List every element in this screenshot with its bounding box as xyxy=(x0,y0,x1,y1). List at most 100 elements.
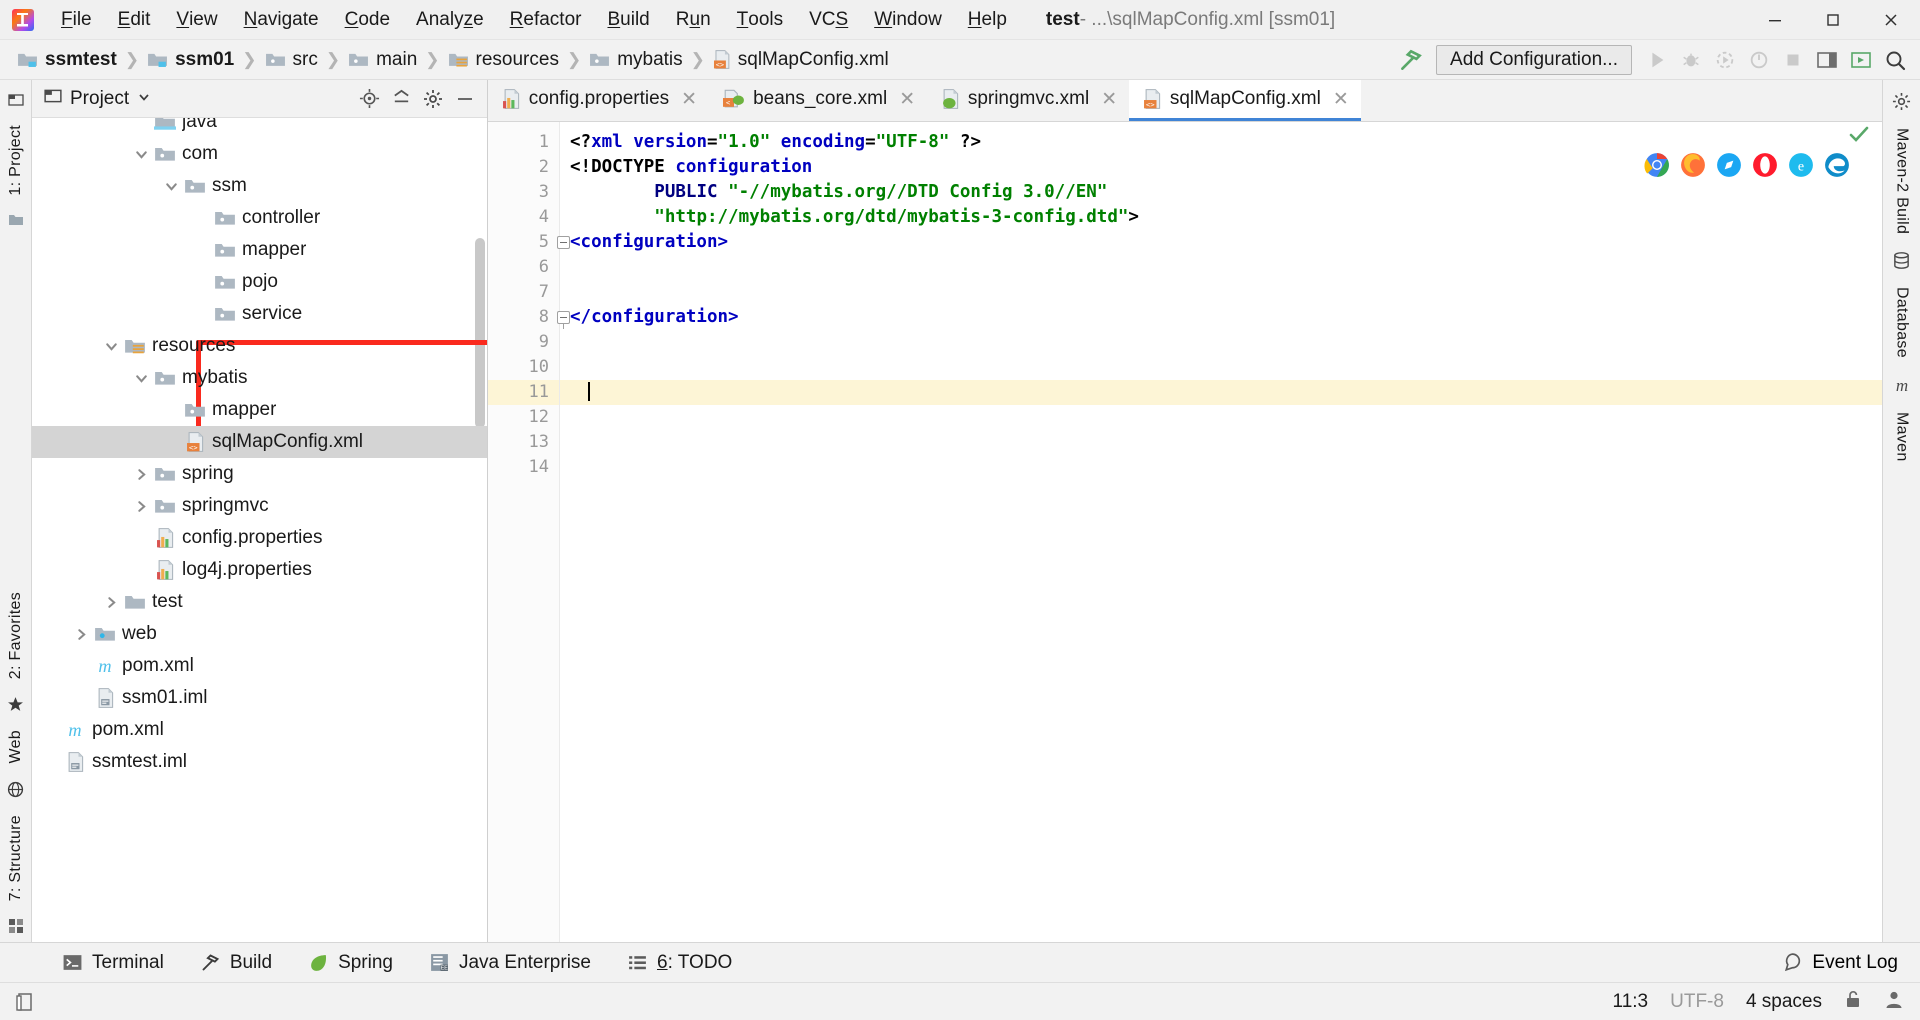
menu-file[interactable]: File xyxy=(48,0,105,39)
chrome-icon[interactable] xyxy=(1644,152,1670,178)
unlocked-icon[interactable] xyxy=(1844,989,1862,1015)
code-line[interactable] xyxy=(560,355,1882,380)
tree-node[interactable]: java xyxy=(32,118,487,138)
code-line[interactable] xyxy=(560,255,1882,280)
run-anything-icon[interactable] xyxy=(1844,45,1878,75)
tree-node[interactable]: web xyxy=(32,618,487,650)
locate-icon[interactable] xyxy=(355,86,383,112)
close-icon[interactable]: ✕ xyxy=(899,88,915,111)
tree-node[interactable]: com xyxy=(32,138,487,170)
tree-node[interactable]: m pom.xml xyxy=(32,714,487,746)
tree-node[interactable]: mapper xyxy=(32,234,487,266)
favorites-icon[interactable] xyxy=(7,688,24,721)
firefox-icon[interactable] xyxy=(1680,152,1706,178)
settings-gear-icon[interactable] xyxy=(419,86,447,112)
code-line[interactable] xyxy=(560,430,1882,455)
inspection-ok-icon[interactable] xyxy=(1848,124,1870,151)
chevron-down-icon[interactable] xyxy=(130,147,152,162)
breadcrumb-item-main[interactable]: main xyxy=(341,47,424,73)
line-number[interactable]: 1 xyxy=(488,130,559,155)
line-number[interactable]: 3 xyxy=(488,180,559,205)
close-icon[interactable]: ✕ xyxy=(1333,88,1349,111)
menu-refactor[interactable]: Refactor xyxy=(497,0,595,39)
bottom-tool-build[interactable]: Build xyxy=(182,952,290,974)
run-with-coverage-icon[interactable] xyxy=(1708,45,1742,75)
sidebar-item-database[interactable]: Database xyxy=(1889,278,1915,367)
editor-tab-sqlmapconfig-xml[interactable]: <> sqlMapConfig.xml ✕ xyxy=(1129,80,1361,121)
hammer-icon[interactable] xyxy=(1394,45,1428,75)
line-number[interactable]: 5 xyxy=(488,230,570,255)
event-log-button[interactable]: Event Log xyxy=(1782,952,1920,974)
sidebar-item-favorites[interactable]: 2: Favorites xyxy=(3,583,29,688)
tree-node[interactable]: resources xyxy=(32,330,487,362)
bottom-tool-terminal[interactable]: Terminal xyxy=(44,952,182,974)
run-icon[interactable] xyxy=(1640,45,1674,75)
folder-rail-icon[interactable] xyxy=(8,205,24,235)
breadcrumb-item-ssmtest[interactable]: ssmtest xyxy=(10,47,124,73)
sidebar-item-maven-build[interactable]: Maven-2 Build xyxy=(1889,119,1915,243)
chevron-right-icon[interactable] xyxy=(130,467,152,482)
tree-node[interactable]: ssm01.iml xyxy=(32,682,487,714)
database-icon[interactable] xyxy=(1892,243,1911,278)
code-line[interactable] xyxy=(560,380,1882,405)
breadcrumb-item-mybatis[interactable]: mybatis xyxy=(582,47,689,73)
menu-code[interactable]: Code xyxy=(332,0,403,39)
ie-icon[interactable]: e xyxy=(1788,152,1814,178)
add-configuration-button[interactable]: Add Configuration... xyxy=(1436,44,1632,75)
breadcrumb-item-resources[interactable]: resources xyxy=(441,47,566,73)
collapse-all-icon[interactable] xyxy=(387,86,415,112)
bottom-tool-spring[interactable]: Spring xyxy=(290,952,411,974)
line-number[interactable]: 9 xyxy=(488,330,559,355)
tree-node-selected[interactable]: <> sqlMapConfig.xml xyxy=(32,426,487,458)
breadcrumb-item-src[interactable]: src xyxy=(258,47,325,73)
breadcrumb-item-sqlmapconfig-xml[interactable]: <> sqlMapConfig.xml xyxy=(706,47,896,73)
indent-setting[interactable]: 4 spaces xyxy=(1746,991,1822,1013)
hide-icon[interactable] xyxy=(451,86,479,112)
toggle-sidebar-icon[interactable] xyxy=(16,991,36,1013)
chevron-right-icon[interactable] xyxy=(70,627,92,642)
tree-node[interactable]: springmvc xyxy=(32,490,487,522)
code-line[interactable]: PUBLIC "-//mybatis.org//DTD Config 3.0//… xyxy=(560,180,1882,205)
menu-navigate[interactable]: Navigate xyxy=(231,0,332,39)
code-line[interactable] xyxy=(560,455,1882,480)
code-line[interactable] xyxy=(560,330,1882,355)
profile-icon[interactable] xyxy=(1742,45,1776,75)
menu-vcs[interactable]: VC S xyxy=(796,0,861,39)
sidebar-item-maven[interactable]: Maven xyxy=(1889,403,1915,471)
maven-build-gear-icon[interactable] xyxy=(1892,84,1911,119)
menu-tools[interactable]: Tools xyxy=(724,0,796,39)
web-icon[interactable] xyxy=(7,773,24,806)
tree-node[interactable]: service xyxy=(32,298,487,330)
line-number[interactable]: 6 xyxy=(488,255,559,280)
line-number[interactable]: 12 xyxy=(488,405,559,430)
chevron-right-icon[interactable] xyxy=(100,595,122,610)
structure-icon[interactable] xyxy=(8,910,24,942)
menu-help[interactable]: Help xyxy=(955,0,1020,39)
minimize-button[interactable] xyxy=(1746,0,1804,39)
maven-m-icon[interactable]: m xyxy=(1891,367,1913,403)
layout-icon[interactable] xyxy=(1810,45,1844,75)
editor-tab-beans-core-xml[interactable]: < beans_core.xml ✕ xyxy=(709,80,927,121)
file-encoding[interactable]: UTF-8 xyxy=(1670,991,1724,1013)
code-line[interactable] xyxy=(560,280,1882,305)
edge-icon[interactable] xyxy=(1824,152,1850,178)
menu-view[interactable]: View xyxy=(163,0,230,39)
code-line[interactable] xyxy=(560,405,1882,430)
menu-build[interactable]: Build xyxy=(594,0,662,39)
tree-node[interactable]: log4j.properties xyxy=(32,554,487,586)
line-number[interactable]: 4 xyxy=(488,205,559,230)
tree-node[interactable]: ssm xyxy=(32,170,487,202)
menu-window[interactable]: Window xyxy=(861,0,955,39)
sidebar-item-web[interactable]: Web xyxy=(3,721,29,773)
tree-node[interactable]: mapper xyxy=(32,394,487,426)
breadcrumb-item-ssm01[interactable]: ssm01 xyxy=(140,47,241,73)
project-tree[interactable]: java com ssm controller mapper pojo service res… xyxy=(32,118,487,942)
tree-node[interactable]: test xyxy=(32,586,487,618)
user-avatar-icon[interactable] xyxy=(1884,989,1904,1015)
stop-icon[interactable] xyxy=(1776,45,1810,75)
code-line[interactable]: </configuration> xyxy=(560,305,1882,330)
tree-node[interactable]: spring xyxy=(32,458,487,490)
tree-node[interactable]: controller xyxy=(32,202,487,234)
chevron-down-icon[interactable] xyxy=(130,371,152,386)
code-text[interactable]: e <?xml version="1.0" encoding="UTF-8" ?… xyxy=(560,122,1882,942)
